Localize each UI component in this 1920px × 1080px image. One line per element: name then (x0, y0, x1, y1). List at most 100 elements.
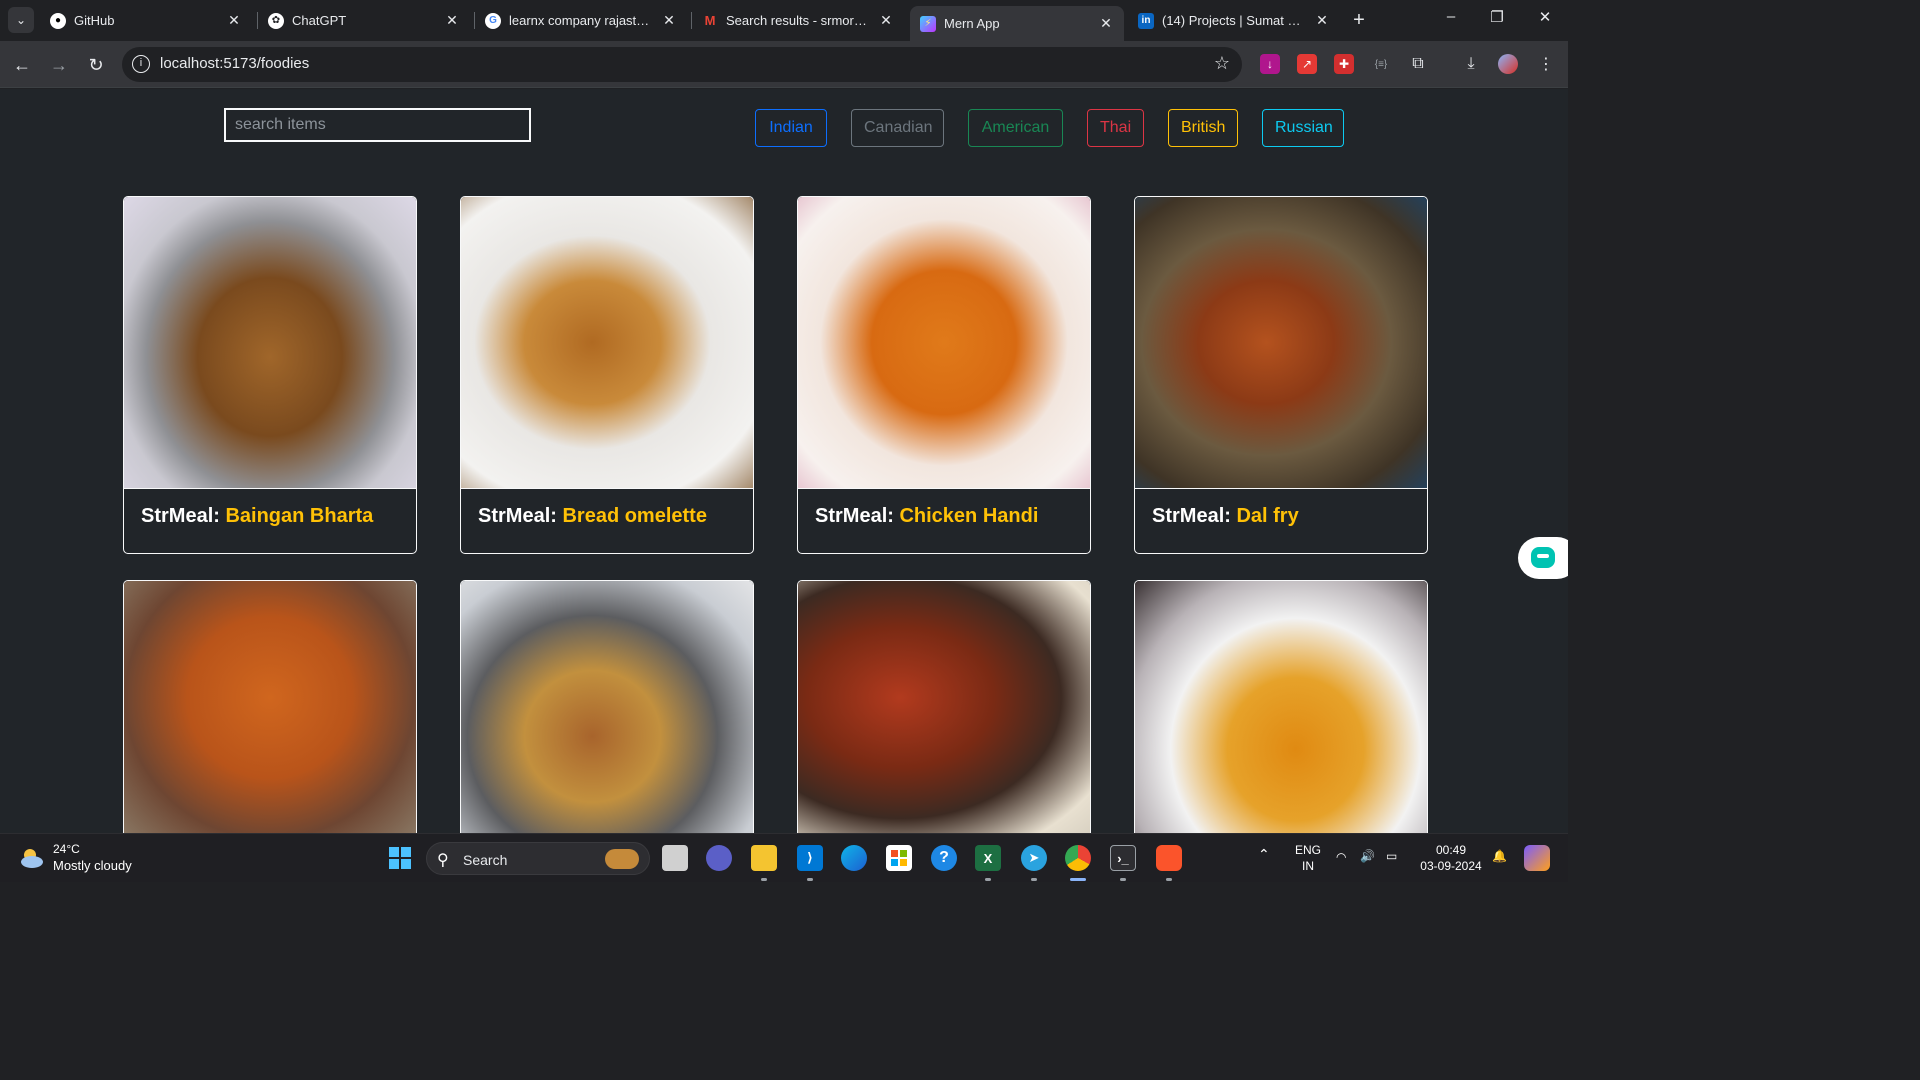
meal-title: StrMeal: Chicken Handi (815, 505, 1039, 527)
linkedin-icon: in (1138, 12, 1154, 29)
meal-title: StrMeal: Dal fry (1152, 505, 1299, 527)
forward-arrow-icon[interactable]: → (47, 53, 71, 77)
terminal-icon[interactable]: ›_ (1110, 845, 1136, 871)
category-american-button[interactable]: American (968, 109, 1063, 147)
weather-temperature[interactable]: 24°C (53, 842, 80, 856)
edge-icon[interactable] (841, 845, 867, 871)
copilot-icon[interactable] (1524, 845, 1550, 871)
tab-linkedin[interactable]: in (14) Projects | Sumat Singh ✕ (1128, 6, 1340, 35)
tab-google-search[interactable]: G learnx company rajasthan ✕ (475, 6, 687, 35)
site-info-icon[interactable]: i (132, 55, 150, 73)
github-icon: ● (50, 12, 66, 29)
meal-image (124, 197, 416, 489)
tab-chatgpt[interactable]: ✿ ChatGPT ✕ (258, 6, 470, 35)
minimize-button[interactable]: – (1436, 8, 1466, 25)
tab-gmail[interactable]: M Search results - srmorena1 ✕ (692, 6, 904, 35)
search-input[interactable] (224, 108, 531, 142)
running-indicator (1166, 878, 1172, 881)
category-russian-button[interactable]: Russian (1262, 109, 1344, 147)
meal-card-row2-3[interactable] (797, 580, 1091, 833)
task-view-icon[interactable] (662, 845, 688, 871)
tab-search-dropdown-icon[interactable]: ⌄ (8, 7, 34, 33)
meal-card-row2-2[interactable] (460, 580, 754, 833)
close-tab-icon[interactable]: ✕ (226, 12, 242, 29)
wifi-icon[interactable]: ◠ (1336, 849, 1346, 865)
tab-github[interactable]: ● GitHub ✕ (40, 6, 252, 35)
vscode-icon[interactable]: ⟩ (797, 845, 823, 871)
meal-card-row2-1[interactable] (123, 580, 417, 833)
profile-avatar[interactable] (1498, 54, 1518, 74)
search-icon: ⚲ (437, 852, 449, 869)
foodies-page: Indian Canadian American Thai British Ru… (0, 89, 1568, 833)
telegram-icon[interactable]: ➤ (1021, 845, 1047, 871)
active-indicator (1070, 878, 1086, 881)
brave-icon[interactable] (1156, 845, 1182, 871)
file-explorer-icon[interactable] (751, 845, 777, 871)
url-text[interactable]: localhost:5173/foodies (160, 55, 309, 72)
address-bar[interactable]: i localhost:5173/foodies ☆ (122, 47, 1242, 82)
category-canadian-button[interactable]: Canadian (851, 109, 944, 147)
category-british-button[interactable]: British (1168, 109, 1238, 147)
close-tab-icon[interactable]: ✕ (661, 12, 677, 29)
meal-card-row2-4[interactable] (1134, 580, 1428, 833)
json-extension-icon[interactable]: {≡} (1371, 54, 1391, 74)
menu-kebab-icon[interactable]: ⋮ (1536, 54, 1556, 74)
meal-image (1135, 197, 1427, 489)
browser-tab-strip: ⌄ ● GitHub ✕ ✿ ChatGPT ✕ G learnx compan… (0, 0, 1568, 41)
new-tab-button[interactable]: + (1348, 9, 1370, 32)
clock-date: 03-09-2024 (1420, 859, 1482, 873)
chevron-up-icon[interactable]: ⌃ (1258, 846, 1270, 862)
reload-icon[interactable]: ↻ (84, 53, 108, 77)
volume-icon[interactable]: 🔊 (1360, 848, 1375, 864)
notification-bell-icon[interactable]: 🔔 (1492, 848, 1507, 864)
tab-title: learnx company rajasthan (509, 13, 655, 28)
meal-card-bread-omelette[interactable]: StrMeal: Bread omelette (460, 196, 754, 554)
close-window-button[interactable]: ✕ (1530, 8, 1560, 26)
meal-card-baingan-bharta[interactable]: StrMeal: Baingan Bharta (123, 196, 417, 554)
bookmark-star-icon[interactable]: ☆ (1214, 53, 1230, 74)
clock[interactable]: 00:49 03-09-2024 (1418, 842, 1484, 874)
meal-image (461, 581, 753, 833)
running-indicator (985, 878, 991, 881)
tab-title: ChatGPT (292, 13, 347, 28)
excel-icon[interactable]: X (975, 845, 1001, 871)
weather-description[interactable]: Mostly cloudy (53, 858, 132, 873)
meal-image (798, 581, 1090, 833)
puzzle-red-extension-icon[interactable]: ✚ (1334, 54, 1354, 74)
meal-card-dal-fry[interactable]: StrMeal: Dal fry (1134, 196, 1428, 554)
microsoft-store-icon[interactable] (886, 845, 912, 871)
meal-image (461, 197, 753, 489)
taskbar-search-box[interactable]: ⚲ Search (426, 842, 650, 875)
close-tab-icon[interactable]: ✕ (444, 12, 460, 29)
meal-image (124, 581, 416, 833)
category-thai-button[interactable]: Thai (1087, 109, 1144, 147)
running-indicator (807, 878, 813, 881)
tab-title: (14) Projects | Sumat Singh (1162, 13, 1308, 28)
category-indian-button[interactable]: Indian (755, 109, 827, 147)
battery-icon[interactable]: ▭ (1386, 848, 1397, 864)
chat-widget-button[interactable] (1518, 537, 1568, 579)
tab-title: Mern App (944, 16, 1000, 31)
running-indicator (761, 878, 767, 881)
close-tab-icon[interactable]: ✕ (878, 12, 894, 29)
download-extension-icon[interactable]: ↓ (1260, 54, 1280, 74)
search-highlight-icon (605, 849, 639, 869)
extensions-puzzle-icon[interactable]: ⧉ (1408, 54, 1428, 74)
vite-icon: ⚡ (920, 15, 936, 32)
help-icon[interactable]: ? (931, 845, 957, 871)
language-indicator[interactable]: ENG IN (1293, 842, 1323, 874)
teams-chat-icon[interactable] (706, 845, 732, 871)
close-tab-icon[interactable]: ✕ (1098, 15, 1114, 32)
meal-card-chicken-handi[interactable]: StrMeal: Chicken Handi (797, 196, 1091, 554)
running-indicator (1120, 878, 1126, 881)
close-tab-icon[interactable]: ✕ (1314, 12, 1330, 29)
windows-start-icon[interactable] (387, 845, 413, 871)
back-arrow-icon[interactable]: ← (10, 53, 34, 77)
arrow-extension-icon[interactable]: ↗ (1297, 54, 1317, 74)
downloads-icon[interactable]: ⤓ (1461, 54, 1481, 74)
tab-title: GitHub (74, 13, 115, 28)
restore-button[interactable]: ❐ (1482, 8, 1512, 26)
tab-mern-app[interactable]: ⚡ Mern App ✕ (910, 6, 1124, 41)
chrome-icon[interactable] (1065, 845, 1091, 871)
cloud-moon-icon[interactable] (18, 847, 44, 869)
